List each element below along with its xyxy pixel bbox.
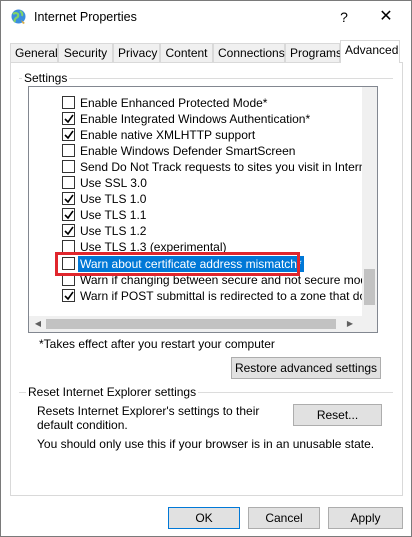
- checkbox[interactable]: [62, 208, 75, 221]
- reset-button[interactable]: Reset...: [293, 404, 382, 426]
- restart-note: *Takes effect after you restart your com…: [39, 337, 275, 351]
- checkbox[interactable]: [62, 224, 75, 237]
- checkbox[interactable]: [62, 176, 75, 189]
- tab-content[interactable]: Content: [160, 43, 213, 63]
- tab-privacy[interactable]: Privacy: [113, 43, 160, 63]
- vertical-scroll-thumb[interactable]: [364, 269, 375, 305]
- checkbox[interactable]: [62, 112, 75, 125]
- tab-security[interactable]: Security: [58, 43, 113, 63]
- checkbox[interactable]: [62, 192, 75, 205]
- tab-advanced[interactable]: Advanced: [340, 40, 400, 63]
- annotation-highlight-box: [55, 252, 300, 276]
- settings-group-line: [19, 78, 393, 79]
- apply-button[interactable]: Apply: [328, 507, 403, 529]
- tab-connections[interactable]: Connections: [213, 43, 285, 63]
- scroll-left-icon[interactable]: ◀: [31, 316, 45, 332]
- vertical-scrollbar[interactable]: [362, 87, 377, 316]
- horizontal-scrollbar[interactable]: ◀ ▶: [29, 316, 377, 332]
- internet-properties-dialog: Internet Properties ? ✕ General Security…: [0, 0, 412, 537]
- close-button[interactable]: ✕: [371, 5, 401, 29]
- ok-button[interactable]: OK: [168, 507, 240, 529]
- internet-globe-icon: [10, 8, 27, 25]
- reset-group-label: Reset Internet Explorer settings: [26, 385, 199, 399]
- checkbox[interactable]: [62, 289, 75, 302]
- restore-advanced-settings-button[interactable]: Restore advanced settings: [231, 357, 381, 379]
- title-bar: Internet Properties ? ✕: [1, 1, 411, 33]
- checkbox[interactable]: [62, 96, 75, 109]
- checkbox[interactable]: [62, 128, 75, 141]
- horizontal-scroll-thumb[interactable]: [46, 319, 336, 329]
- tab-programs[interactable]: Programs: [285, 43, 342, 63]
- window-title: Internet Properties: [34, 10, 137, 24]
- scroll-right-icon[interactable]: ▶: [343, 316, 357, 332]
- cancel-button[interactable]: Cancel: [248, 507, 320, 529]
- checkbox[interactable]: [62, 160, 75, 173]
- advanced-settings-list[interactable]: Enable Enhanced Protected Mode* Enable I…: [28, 86, 378, 333]
- reset-warning: You should only use this if your browser…: [37, 437, 375, 451]
- tab-general[interactable]: General: [10, 43, 58, 63]
- reset-description: Resets Internet Explorer's settings to t…: [37, 404, 260, 432]
- help-button[interactable]: ?: [329, 5, 359, 29]
- checkbox[interactable]: [62, 144, 75, 157]
- settings-group-label: Settings: [22, 71, 70, 85]
